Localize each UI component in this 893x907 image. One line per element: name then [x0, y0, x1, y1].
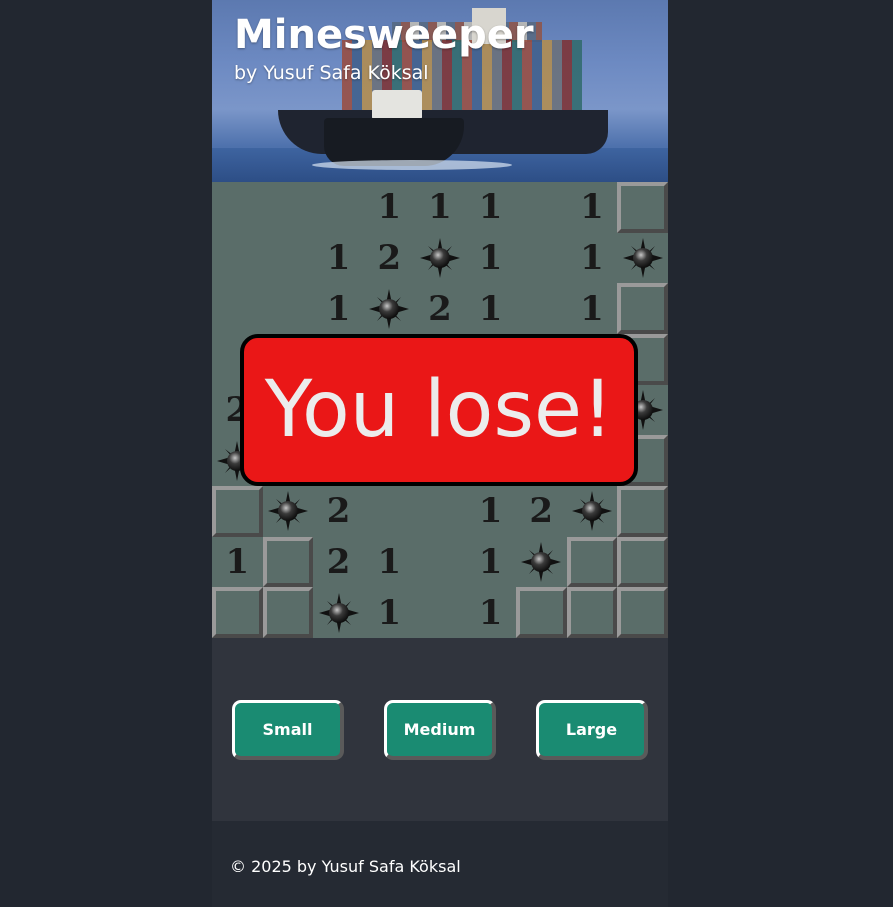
board-cell-hidden[interactable]	[212, 587, 263, 638]
board-cell-hidden[interactable]	[212, 485, 263, 537]
banner-tugboat-cabin	[372, 90, 422, 120]
board-cell-empty[interactable]	[415, 537, 466, 588]
large-size-button[interactable]: Large	[536, 700, 648, 760]
board-cell-number[interactable]: 1	[465, 587, 516, 638]
board-cell-number[interactable]: 2	[313, 486, 364, 537]
board-cell-number[interactable]: 1	[567, 182, 618, 233]
board-cell-hidden[interactable]	[515, 587, 567, 638]
header-banner: Minesweeper by Yusuf Safa Köksal	[212, 0, 668, 182]
board-cell-number[interactable]: 1	[212, 537, 263, 588]
board-cell-number[interactable]: 1	[465, 182, 516, 233]
lose-message-banner: You lose!	[240, 334, 638, 486]
footer-copyright: © 2025 by Yusuf Safa Köksal	[230, 857, 461, 876]
board-cell-empty[interactable]	[516, 233, 567, 284]
mine-icon	[419, 237, 460, 278]
board-cell-empty[interactable]	[313, 182, 364, 233]
board-cell-empty[interactable]	[212, 283, 263, 334]
app-container: Minesweeper by Yusuf Safa Köksal 1111121…	[212, 0, 668, 907]
board-cell-number[interactable]: 1	[364, 537, 415, 588]
board-cell-empty[interactable]	[263, 182, 314, 233]
board-cell-number[interactable]: 1	[364, 182, 415, 233]
page-title: Minesweeper	[234, 12, 534, 58]
board-cell-mine[interactable]	[516, 537, 567, 588]
board-cell-empty[interactable]	[263, 283, 314, 334]
board-cell-number[interactable]: 1	[567, 233, 618, 284]
board-cell-hidden[interactable]	[617, 485, 668, 537]
board-cell-number[interactable]: 1	[415, 182, 466, 233]
mine-icon	[318, 592, 359, 633]
footer: © 2025 by Yusuf Safa Köksal	[212, 821, 668, 907]
board-cell-empty[interactable]	[516, 182, 567, 233]
board-cell-mine[interactable]	[415, 233, 466, 284]
board-cell-number[interactable]: 2	[516, 486, 567, 537]
small-size-button[interactable]: Small	[232, 700, 344, 760]
board-cell-hidden[interactable]	[617, 182, 668, 233]
board-cell-empty[interactable]	[516, 283, 567, 334]
board-cell-number[interactable]: 1	[313, 233, 364, 284]
board-cell-number[interactable]: 1	[567, 283, 618, 334]
board-cell-hidden[interactable]	[617, 536, 668, 588]
medium-size-button[interactable]: Medium	[384, 700, 496, 760]
board-cell-hidden[interactable]	[566, 536, 618, 588]
board-cell-mine[interactable]	[313, 587, 364, 638]
board-cell-number[interactable]: 2	[364, 233, 415, 284]
board-cell-empty[interactable]	[263, 233, 314, 284]
size-controls: Small Medium Large	[212, 638, 668, 821]
board-cell-hidden[interactable]	[262, 536, 314, 588]
board-cell-number[interactable]: 1	[364, 587, 415, 638]
board-cell-empty[interactable]	[212, 182, 263, 233]
board-cell-empty[interactable]	[212, 233, 263, 284]
mine-icon	[571, 491, 612, 532]
board-cell-empty[interactable]	[364, 486, 415, 537]
board-cell-hidden[interactable]	[617, 587, 668, 638]
board-cell-number[interactable]: 1	[465, 537, 516, 588]
board-cell-empty[interactable]	[415, 486, 466, 537]
board-cell-hidden[interactable]	[262, 587, 314, 638]
board-cell-hidden[interactable]	[566, 587, 618, 638]
board-cell-mine[interactable]	[364, 283, 415, 334]
board-cell-number[interactable]: 2	[415, 283, 466, 334]
mine-icon	[622, 237, 663, 278]
mine-icon	[521, 541, 562, 582]
board-cell-hidden[interactable]	[617, 283, 668, 334]
board-cell-empty[interactable]	[415, 587, 466, 638]
board-cell-mine[interactable]	[263, 486, 314, 537]
mine-icon	[267, 491, 308, 532]
board-cell-number[interactable]: 2	[313, 537, 364, 588]
mine-icon	[369, 288, 410, 329]
board-cell-mine[interactable]	[567, 486, 618, 537]
board-cell-number[interactable]: 1	[465, 233, 516, 284]
board-cell-number[interactable]: 1	[465, 486, 516, 537]
banner-foam	[312, 160, 512, 170]
board-cell-mine[interactable]	[617, 233, 668, 284]
page-subtitle: by Yusuf Safa Köksal	[234, 62, 429, 84]
banner-tugboat	[324, 118, 464, 166]
board-cell-number[interactable]: 1	[465, 283, 516, 334]
board-cell-number[interactable]: 1	[313, 283, 364, 334]
